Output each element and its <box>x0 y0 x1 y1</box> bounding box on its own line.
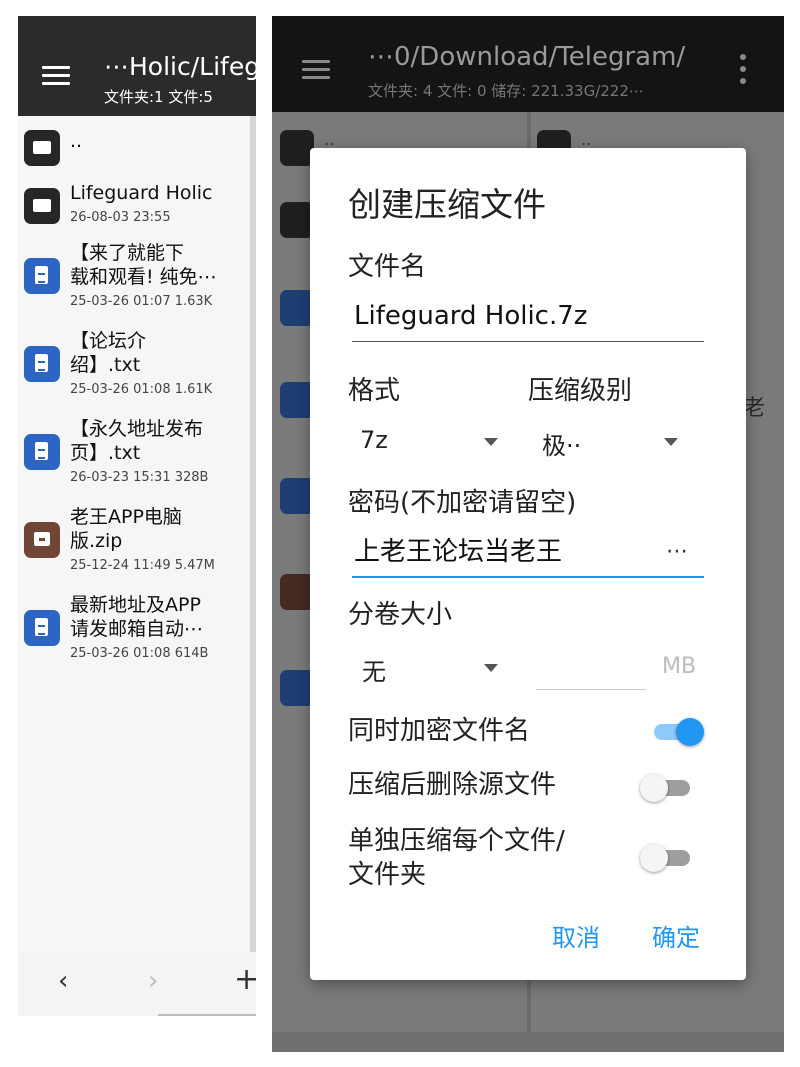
item-meta: 26-03-23 15:31 328B <box>70 470 209 485</box>
text-file-icon <box>24 434 60 470</box>
list-item[interactable]: 【来了就能下 载和观看! 纯免⋯ 25-03-26 01:07 1.63K <box>18 242 250 318</box>
archive-icon <box>280 574 314 610</box>
item-name-line2: 载和观看! 纯免⋯ <box>70 266 217 288</box>
folder-icon <box>280 202 314 238</box>
left-path-title: ⋯Holic/Lifeg <box>104 52 256 81</box>
compress-each-label-line1: 单独压缩每个文件/ <box>348 826 565 856</box>
compression-level-select[interactable]: 极·· <box>536 422 686 462</box>
forward-chevron-icon[interactable]: › <box>148 966 158 996</box>
right-path-title: ⋯0/Download/Telegram/ <box>368 42 686 72</box>
item-name: .. <box>581 130 592 149</box>
left-file-list: .. Lifeguard Holic 26-08-03 23:55 【来了就能下… <box>18 116 250 952</box>
item-name-line1: 最新地址及APP <box>70 594 201 616</box>
screenshot-root: ⋯Holic/Lifeg 文件夹:1 文件:5 .. Lifeguard Hol… <box>0 0 800 1067</box>
left-folder-stats: 文件夹:1 文件:5 <box>104 88 213 106</box>
encrypt-filenames-label: 同时加密文件名 <box>348 716 531 746</box>
compression-level-label: 压缩级别 <box>528 376 633 406</box>
list-item[interactable]: 最新地址及APP 请发邮箱自动⋯ 25-03-26 01:08 614B <box>18 594 250 670</box>
right-folder-stats: 文件夹: 4 文件: 0 储存: 221.33G/222⋯ <box>368 82 644 100</box>
password-label: 密码(不加密请留空) <box>348 488 577 518</box>
filename-input[interactable]: Lifeguard Holic.7z <box>352 296 704 342</box>
volume-size-label: 分卷大小 <box>348 600 453 630</box>
volume-unit: MB <box>662 654 697 679</box>
ok-button[interactable]: 确定 <box>652 918 700 953</box>
dialog-title: 创建压缩文件 <box>348 185 546 224</box>
menu-icon[interactable] <box>302 60 330 80</box>
list-item[interactable]: 【论坛介 绍】.txt 25-03-26 01:08 1.61K <box>18 330 250 406</box>
left-file-pane: ⋯Holic/Lifeg 文件夹:1 文件:5 .. Lifeguard Hol… <box>18 16 256 1016</box>
dropdown-arrow-icon <box>484 438 498 446</box>
volume-size-value: 无 <box>362 658 386 686</box>
item-meta: 25-03-26 01:07 1.63K <box>70 294 213 309</box>
list-item-parent[interactable]: .. <box>18 128 250 172</box>
folder-icon <box>24 130 60 166</box>
item-name-line2: 页】.txt <box>70 442 141 464</box>
item-name-line2: 请发邮箱自动⋯ <box>70 618 204 640</box>
item-name-line1: 【永久地址发布 <box>70 418 204 440</box>
format-select[interactable]: 7z <box>348 422 508 462</box>
tab-indicator <box>158 1014 256 1016</box>
list-item[interactable]: 老王APP电脑 版.zip 25-12-24 11:49 5.47M <box>18 506 250 582</box>
password-value: 上老王论坛当老王 <box>354 537 563 567</box>
right-bottom-nav <box>272 1032 784 1052</box>
left-bottom-nav: ‹ › + <box>18 952 256 1016</box>
item-name: .. <box>324 130 335 149</box>
compress-each-toggle[interactable] <box>640 840 694 874</box>
dropdown-arrow-icon <box>664 438 678 446</box>
item-name: .. <box>70 130 83 152</box>
filename-label: 文件名 <box>348 252 427 282</box>
left-toolbar: ⋯Holic/Lifeg 文件夹:1 文件:5 <box>18 16 256 116</box>
text-file-icon <box>280 382 314 418</box>
item-name-peek: 老 <box>743 396 766 421</box>
list-item[interactable]: Lifeguard Holic 26-08-03 23:55 <box>18 182 250 232</box>
more-vert-icon[interactable] <box>740 54 746 84</box>
format-value: 7z <box>360 426 388 454</box>
list-item[interactable]: 【永久地址发布 页】.txt 26-03-23 15:31 328B <box>18 418 250 494</box>
text-file-icon <box>24 610 60 646</box>
compress-each-label-line2: 文件夹 <box>348 860 427 890</box>
add-icon[interactable]: + <box>234 962 256 997</box>
menu-icon[interactable] <box>42 66 70 86</box>
text-file-icon <box>24 258 60 294</box>
folder-icon <box>280 130 314 166</box>
text-file-icon <box>280 478 314 514</box>
item-meta: 26-08-03 23:55 <box>70 210 171 225</box>
item-meta: 25-03-26 01:08 614B <box>70 646 209 661</box>
volume-size-select[interactable]: 无 <box>348 648 508 688</box>
item-name-line1: 【来了就能下 <box>70 242 185 264</box>
text-file-icon <box>280 670 314 706</box>
compression-level-value: 极·· <box>542 432 582 460</box>
encrypt-filenames-toggle[interactable] <box>650 714 704 748</box>
text-file-icon <box>24 346 60 382</box>
folder-icon <box>24 188 60 224</box>
left-scrollbar[interactable] <box>250 116 256 952</box>
password-input[interactable]: 上老王论坛当老王 ⋯ <box>352 532 704 578</box>
format-label: 格式 <box>348 376 401 406</box>
dropdown-arrow-icon <box>484 664 498 672</box>
item-name-line2: 版.zip <box>70 530 123 552</box>
text-file-icon <box>280 290 314 326</box>
overflow-ellipsis: ⋯ <box>666 539 688 564</box>
filename-value: Lifeguard Holic.7z <box>354 301 588 331</box>
create-archive-dialog: 创建压缩文件 文件名 Lifeguard Holic.7z 格式 压缩级别 7z… <box>310 148 746 980</box>
archive-icon <box>24 522 60 558</box>
item-name: Lifeguard Holic <box>70 182 213 204</box>
volume-size-input[interactable] <box>536 658 646 690</box>
back-chevron-icon[interactable]: ‹ <box>58 966 68 996</box>
item-name-line2: 绍】.txt <box>70 354 141 376</box>
item-name-line1: 老王APP电脑 <box>70 506 182 528</box>
item-meta: 25-03-26 01:08 1.61K <box>70 382 213 397</box>
item-name-line1: 【论坛介 <box>70 330 147 352</box>
right-toolbar: ⋯0/Download/Telegram/ 文件夹: 4 文件: 0 储存: 2… <box>272 16 784 112</box>
delete-source-toggle[interactable] <box>640 770 694 804</box>
delete-source-label: 压缩后删除源文件 <box>348 770 557 800</box>
cancel-button[interactable]: 取消 <box>552 918 600 953</box>
item-meta: 25-12-24 11:49 5.47M <box>70 558 215 573</box>
